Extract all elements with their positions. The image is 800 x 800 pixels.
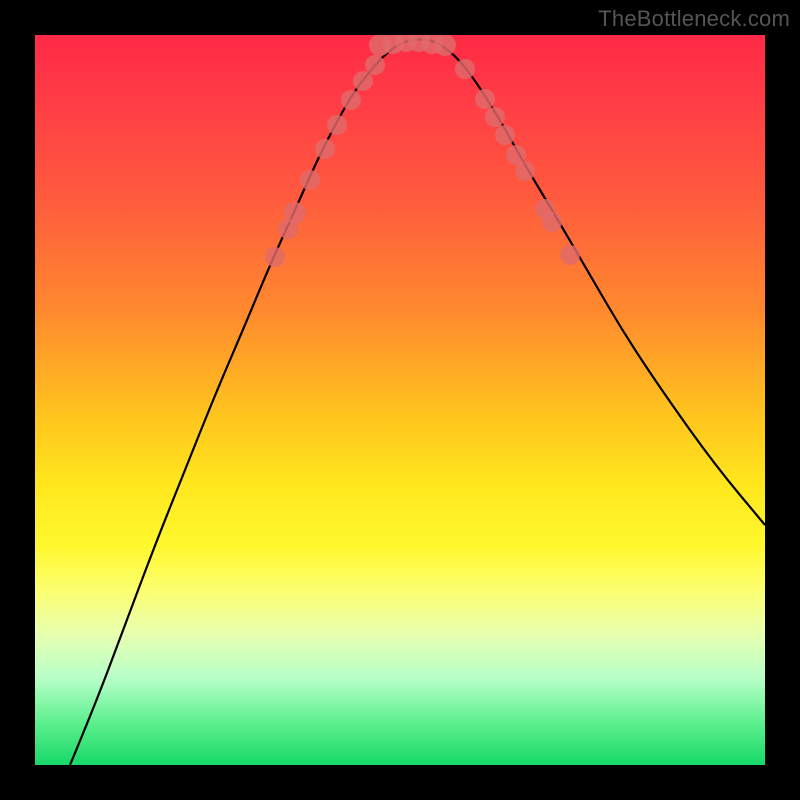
- curve-marker: [284, 202, 306, 224]
- curve-marker: [475, 89, 495, 109]
- curve-marker: [265, 247, 285, 267]
- curve-marker: [515, 161, 535, 181]
- chart-container: TheBottleneck.com: [0, 0, 800, 800]
- curve-svg: [35, 35, 765, 765]
- curve-marker: [300, 170, 320, 190]
- curve-marker: [353, 71, 373, 91]
- curve-marker: [315, 139, 335, 159]
- curve-marker: [485, 107, 505, 127]
- curve-marker: [434, 35, 456, 56]
- curve-marker: [455, 59, 475, 79]
- plot-area: [35, 35, 765, 765]
- curve-marker: [542, 212, 562, 232]
- curve-marker: [365, 55, 385, 75]
- markers-group: [265, 35, 580, 267]
- bottleneck-curve: [70, 40, 765, 766]
- curve-marker: [495, 125, 515, 145]
- curve-marker: [560, 245, 580, 265]
- watermark-label: TheBottleneck.com: [598, 6, 790, 32]
- curve-marker: [341, 90, 361, 110]
- curve-marker: [327, 115, 347, 135]
